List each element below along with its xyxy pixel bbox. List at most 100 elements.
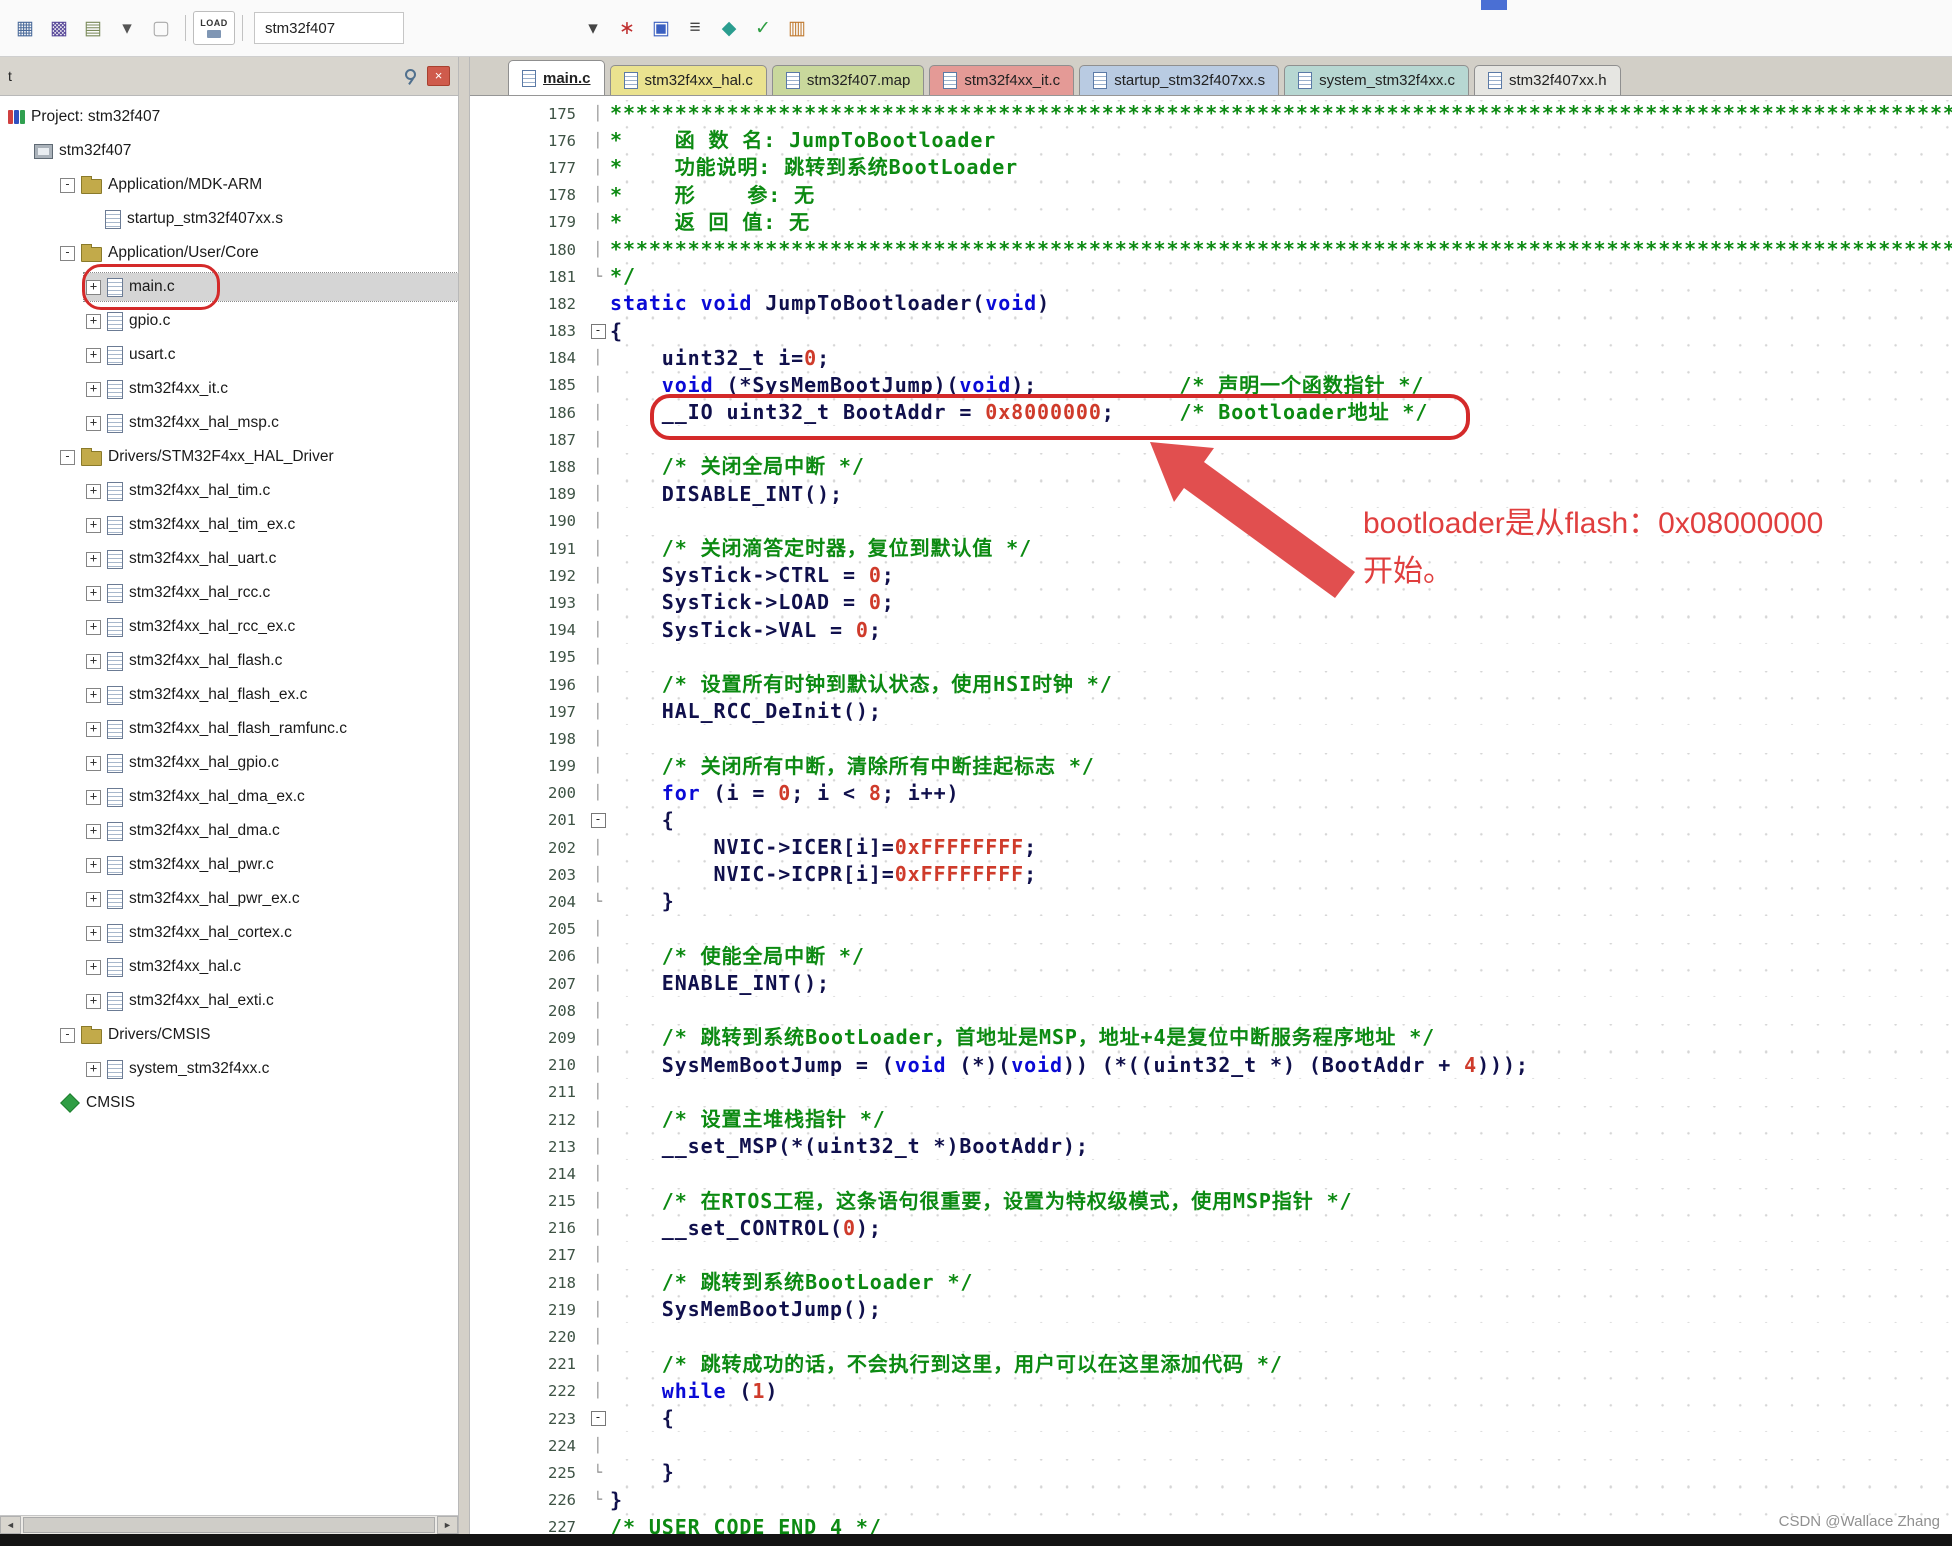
code-line-178[interactable]: 178│* 形 参: 无 [470,182,1952,209]
expand-toggle-icon[interactable]: + [86,314,101,329]
build-icon[interactable]: ▩ [44,13,74,43]
code-line-195[interactable]: 195│ [470,644,1952,671]
code-line-227[interactable]: 227/* USER CODE END 4 */ [470,1514,1952,1534]
code-line-192[interactable]: 192│ SysTick->CTRL = 0; [470,562,1952,589]
tree-item-stm32f4xx-hal-flash-ramfunc-c[interactable]: +stm32f4xx_hal_flash_ramfunc.c [0,712,458,746]
code-line-189[interactable]: 189│ DISABLE_INT(); [470,481,1952,508]
expand-toggle-icon[interactable]: + [86,620,101,635]
code-line-215[interactable]: 215│ /* 在RTOS工程，这条语句很重要，设置为特权级模式，使用MSP指针… [470,1188,1952,1215]
tree-item-stm32f4xx-hal-pwr-c[interactable]: +stm32f4xx_hal_pwr.c [0,848,458,882]
expand-toggle-icon[interactable]: + [86,756,101,771]
tab-main-c[interactable]: main.c [508,60,605,95]
tree-item-drivers-cmsis[interactable]: -Drivers/CMSIS [0,1018,458,1052]
tree-item-stm32f4xx-hal-tim-ex-c[interactable]: +stm32f4xx_hal_tim_ex.c [0,508,458,542]
expand-toggle-icon[interactable]: + [86,688,101,703]
expand-toggle-icon[interactable]: - [60,178,75,193]
tab-startup-stm32f407xx-s[interactable]: startup_stm32f407xx.s [1079,65,1279,95]
tree-item-application-user-core[interactable]: -Application/User/Core [0,236,458,270]
code-line-182[interactable]: 182static void JumpToBootloader(void) [470,290,1952,317]
tree-item-stm32f4xx-it-c[interactable]: +stm32f4xx_it.c [0,372,458,406]
tree-item-project-stm32f407[interactable]: Project: stm32f407 [0,100,458,134]
options-for-target-icon[interactable]: ∗ [612,13,642,43]
expand-toggle-icon[interactable]: + [86,348,101,363]
code-line-205[interactable]: 205│ [470,916,1952,943]
tree-horizontal-scrollbar[interactable]: ◄ ► [0,1515,458,1534]
tree-item-system-stm32f4xx-c[interactable]: +system_stm32f4xx.c [0,1052,458,1086]
code-line-207[interactable]: 207│ ENABLE_INT(); [470,970,1952,997]
pack-installer-icon[interactable]: ▥ [782,13,812,43]
code-line-179[interactable]: 179│* 返 回 值: 无 [470,209,1952,236]
code-line-187[interactable]: 187│ [470,426,1952,453]
code-line-185[interactable]: 185│ void (*SysMemBootJump)(void); /* 声明… [470,372,1952,399]
tree-item-gpio-c[interactable]: +gpio.c [0,304,458,338]
tree-item-stm32f4xx-hal-uart-c[interactable]: +stm32f4xx_hal_uart.c [0,542,458,576]
expand-toggle-icon[interactable]: + [86,654,101,669]
tree-item-stm32f4xx-hal-tim-c[interactable]: +stm32f4xx_hal_tim.c [0,474,458,508]
tab-stm32f4xx-hal-c[interactable]: stm32f4xx_hal.c [610,65,767,95]
tree-item-startup-stm32f407xx-s[interactable]: startup_stm32f407xx.s [0,202,458,236]
code-line-184[interactable]: 184│ uint32_t i=0; [470,345,1952,372]
code-editor[interactable]: 175│************************************… [470,96,1952,1534]
code-line-212[interactable]: 212│ /* 设置主堆栈指针 */ [470,1106,1952,1133]
tree-item-usart-c[interactable]: +usart.c [0,338,458,372]
code-line-198[interactable]: 198│ [470,725,1952,752]
code-line-208[interactable]: 208│ [470,997,1952,1024]
code-line-210[interactable]: 210│ SysMemBootJump = (void (*)(void)) (… [470,1052,1952,1079]
code-line-186[interactable]: 186│ __IO uint32_t BootAddr = 0x8000000;… [470,399,1952,426]
code-line-226[interactable]: 226└} [470,1487,1952,1514]
expand-toggle-icon[interactable]: + [86,280,101,295]
code-line-201[interactable]: 201- { [470,807,1952,834]
code-line-193[interactable]: 193│ SysTick->LOAD = 0; [470,589,1952,616]
expand-toggle-icon[interactable]: + [86,824,101,839]
tab-stm32f407xx-h[interactable]: stm32f407xx.h [1474,65,1621,95]
code-line-203[interactable]: 203│ NVIC->ICPR[i]=0xFFFFFFFF; [470,861,1952,888]
code-line-183[interactable]: 183-{ [470,318,1952,345]
tab-system-stm32f4xx-c[interactable]: system_stm32f4xx.c [1284,65,1469,95]
rebuild-all-icon[interactable]: ▤ [78,13,108,43]
code-line-217[interactable]: 217│ [470,1242,1952,1269]
flag-dropdown-icon[interactable]: ▾ [578,13,608,43]
manage-rte-icon[interactable]: ◆ [714,13,744,43]
code-line-176[interactable]: 176│* 函 数 名: JumpToBootloader [470,127,1952,154]
tree-item-main-c[interactable]: +main.c [0,270,458,304]
tree-item-stm32f407[interactable]: stm32f407 [0,134,458,168]
close-panel-button[interactable]: × [427,66,450,86]
target-select-combobox[interactable]: stm32f407 [254,12,404,44]
tree-item-stm32f4xx-hal-flash-c[interactable]: +stm32f4xx_hal_flash.c [0,644,458,678]
tab-stm32f4xx-it-c[interactable]: stm32f4xx_it.c [929,65,1074,95]
tab-stm32f407-map[interactable]: stm32f407.map [772,65,924,95]
code-line-190[interactable]: 190│ [470,508,1952,535]
expand-toggle-icon[interactable]: + [86,552,101,567]
code-line-202[interactable]: 202│ NVIC->ICER[i]=0xFFFFFFFF; [470,834,1952,861]
stop-build-icon[interactable]: ▢ [146,13,176,43]
code-line-206[interactable]: 206│ /* 使能全局中断 */ [470,943,1952,970]
code-line-209[interactable]: 209│ /* 跳转到系统BootLoader，首地址是MSP，地址+4是复位中… [470,1024,1952,1051]
expand-toggle-icon[interactable]: + [86,484,101,499]
build-options-dropdown-icon[interactable]: ▾ [112,13,142,43]
expand-toggle-icon[interactable]: + [86,586,101,601]
tree-item-stm32f4xx-hal-gpio-c[interactable]: +stm32f4xx_hal_gpio.c [0,746,458,780]
expand-toggle-icon[interactable]: + [86,790,101,805]
fold-toggle-icon[interactable]: - [591,1411,606,1426]
code-line-216[interactable]: 216│ __set_CONTROL(0); [470,1215,1952,1242]
expand-toggle-icon[interactable]: - [60,246,75,261]
code-line-220[interactable]: 220│ [470,1323,1952,1350]
expand-toggle-icon[interactable]: + [86,382,101,397]
file-extensions-icon[interactable]: ≡ [680,13,710,43]
download-to-flash-button[interactable]: LOAD [193,11,235,45]
select-software-packs-icon[interactable]: ✓ [748,13,778,43]
code-line-213[interactable]: 213│ __set_MSP(*(uint32_t *)BootAddr); [470,1133,1952,1160]
tree-item-stm32f4xx-hal-c[interactable]: +stm32f4xx_hal.c [0,950,458,984]
code-line-200[interactable]: 200│ for (i = 0; i < 8; i++) [470,780,1952,807]
scrollbar-thumb[interactable] [23,1517,435,1533]
code-line-180[interactable]: 180│************************************… [470,236,1952,263]
pin-icon[interactable] [404,69,419,84]
code-line-224[interactable]: 224│ [470,1432,1952,1459]
code-line-223[interactable]: 223- { [470,1405,1952,1432]
fold-toggle-icon[interactable]: - [591,324,606,339]
tree-item-stm32f4xx-hal-rcc-c[interactable]: +stm32f4xx_hal_rcc.c [0,576,458,610]
tree-item-stm32f4xx-hal-dma-c[interactable]: +stm32f4xx_hal_dma.c [0,814,458,848]
code-line-214[interactable]: 214│ [470,1160,1952,1187]
scroll-left-icon[interactable]: ◄ [0,1516,21,1534]
tree-item-stm32f4xx-hal-flash-ex-c[interactable]: +stm32f4xx_hal_flash_ex.c [0,678,458,712]
